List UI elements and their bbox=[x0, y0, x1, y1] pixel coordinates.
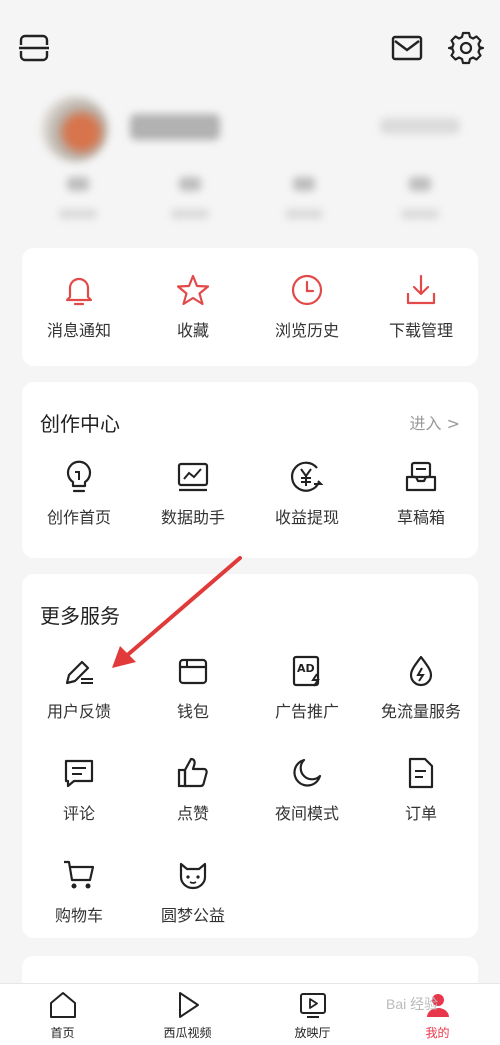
tab-home[interactable]: 首页 bbox=[0, 990, 125, 1041]
more-services-card: 更多服务 用户反馈 钱包 AD 广告推广 免流量服务 评论 点赞 夜间模式 订单… bbox=[22, 574, 478, 938]
star-icon bbox=[176, 274, 210, 306]
charity-button[interactable]: 圆梦公益 bbox=[136, 858, 250, 926]
cart-label: 购物车 bbox=[54, 906, 103, 925]
top-bar bbox=[0, 0, 500, 100]
yuan-icon bbox=[290, 461, 324, 492]
tab-xigua-video-label: 西瓜视频 bbox=[163, 1026, 212, 1040]
free-data-label: 免流量服务 bbox=[380, 702, 461, 721]
wallet-label: 钱包 bbox=[176, 702, 209, 721]
creator-home-label: 创作首页 bbox=[46, 508, 111, 527]
stat-item[interactable] bbox=[160, 176, 220, 219]
comments-label: 评论 bbox=[62, 804, 95, 823]
creator-center-card: 创作中心 进入 > 创作首页 数据助手 收益提现 草稿箱 bbox=[22, 382, 478, 558]
data-assistant-label: 数据助手 bbox=[160, 508, 225, 527]
stat-item[interactable] bbox=[274, 176, 334, 219]
clock-icon bbox=[291, 274, 323, 306]
cart-icon bbox=[64, 860, 95, 889]
play-icon bbox=[178, 992, 199, 1018]
tab-cinema-label: 放映厅 bbox=[294, 1026, 331, 1040]
ad-promotion-button[interactable]: AD 广告推广 bbox=[250, 654, 364, 722]
mail-icon[interactable] bbox=[389, 30, 425, 66]
creator-enter-link[interactable]: 进入 > bbox=[410, 410, 461, 434]
orders-label: 订单 bbox=[404, 804, 437, 823]
downloads-label: 下载管理 bbox=[388, 321, 453, 340]
stat-item[interactable] bbox=[48, 176, 108, 219]
tab-home-label: 首页 bbox=[50, 1026, 75, 1040]
likes-button[interactable]: 点赞 bbox=[136, 756, 250, 824]
night-mode-button[interactable]: 夜间模式 bbox=[250, 756, 364, 824]
stat-item[interactable] bbox=[390, 176, 450, 219]
tab-cinema[interactable]: 放映厅 bbox=[250, 990, 375, 1041]
gear-icon[interactable] bbox=[448, 30, 484, 66]
cat-icon bbox=[179, 862, 207, 890]
creator-center-title: 创作中心 bbox=[40, 412, 120, 436]
moon-icon bbox=[293, 758, 322, 787]
free-data-button[interactable]: 免流量服务 bbox=[364, 654, 478, 722]
drop-icon bbox=[409, 655, 433, 687]
thumb-up-icon bbox=[177, 757, 208, 788]
document-icon bbox=[408, 757, 434, 789]
orders-button[interactable]: 订单 bbox=[364, 756, 478, 824]
scan-icon[interactable] bbox=[16, 30, 52, 66]
tab-xigua-video[interactable]: 西瓜视频 bbox=[125, 990, 250, 1041]
tv-icon bbox=[299, 993, 326, 1018]
profile-homepage-link[interactable] bbox=[380, 118, 460, 134]
feedback-label: 用户反馈 bbox=[46, 702, 111, 721]
drafts-button[interactable]: 草稿箱 bbox=[364, 460, 478, 528]
history-button[interactable]: 浏览历史 bbox=[250, 273, 364, 341]
tab-mine-label: 我的 bbox=[425, 1026, 450, 1040]
data-assistant-button[interactable]: 数据助手 bbox=[136, 460, 250, 528]
notifications-label: 消息通知 bbox=[46, 321, 111, 340]
comments-button[interactable]: 评论 bbox=[22, 756, 136, 824]
profile-section[interactable] bbox=[0, 88, 500, 238]
lightbulb-icon bbox=[66, 460, 92, 493]
quick-actions-card: 消息通知 收藏 浏览历史 下载管理 bbox=[22, 248, 478, 366]
earnings-withdraw-label: 收益提现 bbox=[274, 508, 339, 527]
favorites-button[interactable]: 收藏 bbox=[136, 273, 250, 341]
watermark: Bai 经验 bbox=[386, 996, 439, 1012]
bell-icon bbox=[65, 277, 93, 306]
avatar[interactable] bbox=[42, 96, 108, 162]
download-icon bbox=[406, 274, 436, 305]
home-icon bbox=[49, 992, 76, 1018]
history-label: 浏览历史 bbox=[274, 321, 339, 340]
ad-promotion-label: 广告推广 bbox=[274, 702, 339, 721]
likes-label: 点赞 bbox=[176, 804, 209, 823]
charity-label: 圆梦公益 bbox=[160, 906, 225, 925]
chart-icon bbox=[177, 462, 209, 492]
earnings-withdraw-button[interactable]: 收益提现 bbox=[250, 460, 364, 528]
notifications-button[interactable]: 消息通知 bbox=[22, 273, 136, 341]
svg-text:AD: AD bbox=[297, 662, 315, 675]
edit-icon bbox=[65, 660, 93, 685]
favorites-label: 收藏 bbox=[176, 321, 209, 340]
bottom-nav: 首页 西瓜视频 放映厅 我的 bbox=[0, 983, 500, 1045]
annotation-arrow bbox=[112, 556, 242, 668]
night-mode-label: 夜间模式 bbox=[274, 804, 339, 823]
creator-home-button[interactable]: 创作首页 bbox=[22, 460, 136, 528]
inbox-icon bbox=[405, 461, 437, 492]
ad-icon: AD bbox=[292, 655, 320, 687]
drafts-label: 草稿箱 bbox=[396, 508, 445, 527]
downloads-button[interactable]: 下载管理 bbox=[364, 273, 478, 341]
username bbox=[130, 114, 220, 140]
cart-button[interactable]: 购物车 bbox=[22, 858, 136, 926]
comment-icon bbox=[64, 759, 94, 788]
